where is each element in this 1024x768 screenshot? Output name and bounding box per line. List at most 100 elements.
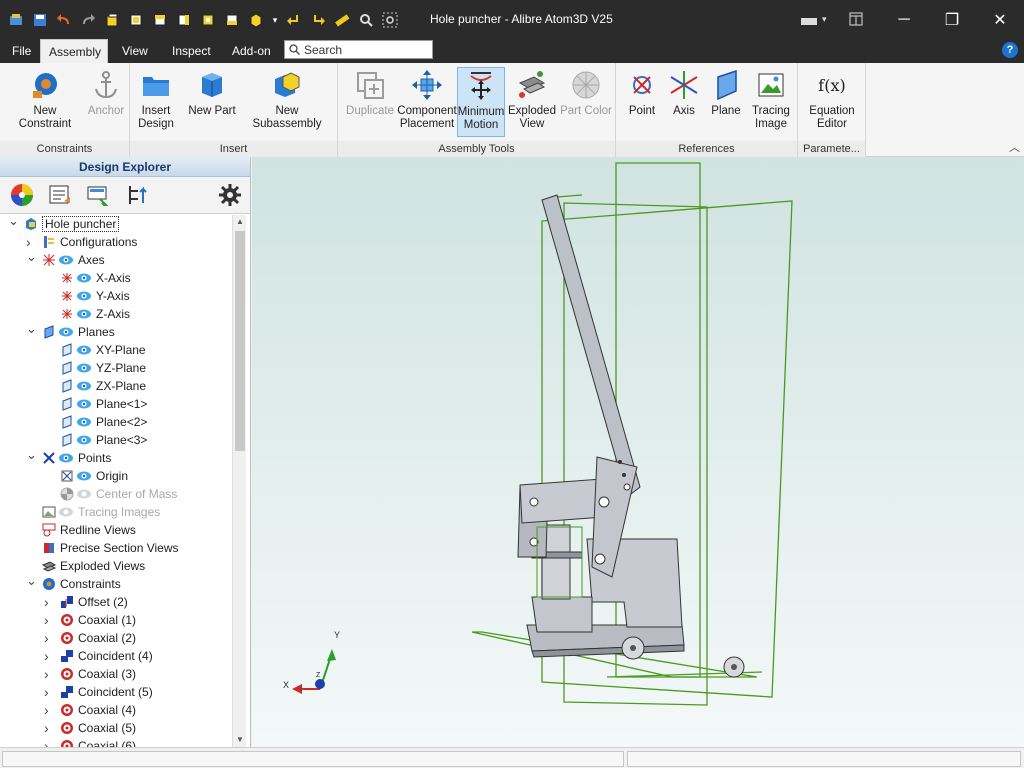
collapse-chevron-icon[interactable]: ⌄ <box>26 572 37 590</box>
new-constraint-button[interactable]: New Constraint <box>6 67 84 137</box>
collapse-chevron-icon[interactable]: ⌄ <box>8 215 19 230</box>
expand-chevron-icon[interactable]: › <box>44 647 54 665</box>
collapse-chevron-icon[interactable]: ⌄ <box>26 248 37 266</box>
tree-item-planes[interactable]: ⌄ Planes <box>0 320 232 341</box>
visibility-eye-icon[interactable] <box>76 433 91 447</box>
settings-gear-icon[interactable] <box>216 181 244 209</box>
view-dropdown-icon[interactable]: ▾ <box>270 10 280 30</box>
window-layout-icon[interactable] <box>849 12 863 29</box>
tree-item-center-of-mass[interactable]: Center of Mass <box>0 485 232 503</box>
save-icon[interactable] <box>30 10 50 30</box>
undo-icon[interactable] <box>54 10 74 30</box>
scroll-thumb[interactable] <box>235 231 245 451</box>
visibility-eye-icon[interactable] <box>76 415 91 429</box>
tree-item-plane-1[interactable]: Plane<1> <box>0 395 232 413</box>
visibility-eye-icon[interactable] <box>76 271 91 285</box>
style-selector[interactable]: ▾ <box>800 12 827 26</box>
tree-item-x-axis[interactable]: X-Axis <box>0 269 232 287</box>
tree-item-coaxial-4[interactable]: › Coaxial (4) <box>0 701 232 719</box>
collapse-chevron-icon[interactable]: ⌄ <box>26 320 37 338</box>
point-button[interactable]: Point <box>622 67 662 137</box>
minimum-motion-button[interactable]: Minimum Motion <box>457 67 505 137</box>
menu-inspect[interactable]: Inspect <box>164 39 219 63</box>
search-input[interactable]: Search <box>284 40 433 59</box>
view-back-icon[interactable] <box>198 10 218 30</box>
collapse-chevron-icon[interactable]: ⌄ <box>26 446 37 464</box>
tree-item-coincident-5[interactable]: › Coincident (5) <box>0 683 232 701</box>
tree-item-coaxial-1[interactable]: › Coaxial (1) <box>0 611 232 629</box>
component-placement-button[interactable]: Component Placement <box>397 67 457 137</box>
visibility-eye-icon[interactable] <box>76 289 91 303</box>
collapse-ribbon-icon[interactable]: ︿ <box>1009 139 1020 155</box>
visibility-eye-icon[interactable] <box>58 325 73 339</box>
measure-icon[interactable] <box>332 10 352 30</box>
part-color-button[interactable]: Part Color <box>560 67 612 137</box>
tree-item-points[interactable]: ⌄ Points <box>0 446 232 467</box>
tree-item-coaxial-5[interactable]: › Coaxial (5) <box>0 719 232 737</box>
exploded-view-button[interactable]: Exploded View <box>508 67 556 137</box>
view-right-icon[interactable] <box>174 10 194 30</box>
expand-chevron-icon[interactable]: › <box>44 737 54 747</box>
menu-assembly[interactable]: Assembly <box>40 39 108 63</box>
visibility-eye-icon[interactable] <box>76 343 91 357</box>
visibility-eye-icon[interactable] <box>76 379 91 393</box>
plane-button[interactable]: Plane <box>706 67 746 137</box>
tree-item-offset-2[interactable]: › Offset (2) <box>0 593 232 611</box>
app-logo-icon[interactable] <box>6 10 26 30</box>
tree-item-origin[interactable]: Origin <box>0 467 232 485</box>
view-iso-icon[interactable] <box>102 10 122 30</box>
scroll-down-icon[interactable]: ▼ <box>233 733 247 747</box>
view-front-icon[interactable] <box>126 10 146 30</box>
axis-button[interactable]: Axis <box>666 67 702 137</box>
tree-item-zx-plane[interactable]: ZX-Plane <box>0 377 232 395</box>
rotate-right-icon[interactable] <box>308 10 328 30</box>
expand-chevron-icon[interactable]: › <box>44 629 54 647</box>
tree-item-xy-plane[interactable]: XY-Plane <box>0 341 232 359</box>
tree-item-redline-views[interactable]: Redline Views <box>0 521 232 539</box>
color-wheel-icon[interactable] <box>8 181 36 209</box>
tree-item-coaxial-6[interactable]: › Coaxial (6) <box>0 737 232 747</box>
view-cube-icon[interactable] <box>246 10 266 30</box>
visibility-eye-icon[interactable] <box>76 469 91 483</box>
tree-item-constraints[interactable]: ⌄ Constraints <box>0 572 232 593</box>
new-subassembly-button[interactable]: New Subassembly <box>240 67 334 137</box>
expand-chevron-icon[interactable]: › <box>44 719 54 737</box>
menu-file[interactable]: File <box>4 39 39 63</box>
properties-icon[interactable] <box>46 181 74 209</box>
view-top-icon[interactable] <box>150 10 170 30</box>
tracing-image-button[interactable]: Tracing Image <box>748 67 794 137</box>
tree-item-y-axis[interactable]: Y-Axis <box>0 287 232 305</box>
expand-chevron-icon[interactable]: › <box>44 665 54 683</box>
redo-icon[interactable] <box>78 10 98 30</box>
insert-design-button[interactable]: Insert Design <box>134 67 178 137</box>
help-icon[interactable]: ? <box>1002 42 1018 58</box>
equation-editor-button[interactable]: f(x) Equation Editor <box>806 67 858 137</box>
visibility-eye-icon[interactable] <box>76 487 91 501</box>
tree-item-coaxial-3[interactable]: › Coaxial (3) <box>0 665 232 683</box>
expand-chevron-icon[interactable]: › <box>44 611 54 629</box>
tree-item-tracing-images[interactable]: Tracing Images <box>0 503 232 521</box>
visibility-eye-icon[interactable] <box>58 451 73 465</box>
tree-item-coaxial-2[interactable]: › Coaxial (2) <box>0 629 232 647</box>
menu-addon[interactable]: Add-on <box>224 39 279 63</box>
visibility-eye-icon[interactable] <box>76 361 91 375</box>
tree-item-hole-puncher[interactable]: ⌄ Hole puncher <box>0 215 232 233</box>
tree-item-yz-plane[interactable]: YZ-Plane <box>0 359 232 377</box>
feature-tree-icon[interactable] <box>84 181 112 209</box>
tree-item-axes[interactable]: ⌄ Axes <box>0 248 232 269</box>
zoom-window-icon[interactable] <box>380 10 400 30</box>
scroll-up-icon[interactable]: ▲ <box>233 215 247 229</box>
duplicate-button[interactable]: Duplicate <box>342 67 398 137</box>
rollback-icon[interactable] <box>122 181 150 209</box>
zoom-icon[interactable] <box>356 10 376 30</box>
3d-viewport[interactable]: Y X Z <box>252 157 1024 747</box>
tree-item-precise-section-views[interactable]: Precise Section Views <box>0 539 232 557</box>
menu-view[interactable]: View <box>114 39 156 63</box>
close-button[interactable]: ✕ <box>976 0 1024 39</box>
tree-scrollbar[interactable]: ▲ ▼ <box>232 215 246 747</box>
visibility-eye-icon[interactable] <box>58 505 73 519</box>
expand-chevron-icon[interactable]: › <box>44 683 54 701</box>
visibility-eye-icon[interactable] <box>58 253 73 267</box>
new-part-button[interactable]: New Part <box>186 67 238 137</box>
expand-chevron-icon[interactable]: › <box>44 701 54 719</box>
